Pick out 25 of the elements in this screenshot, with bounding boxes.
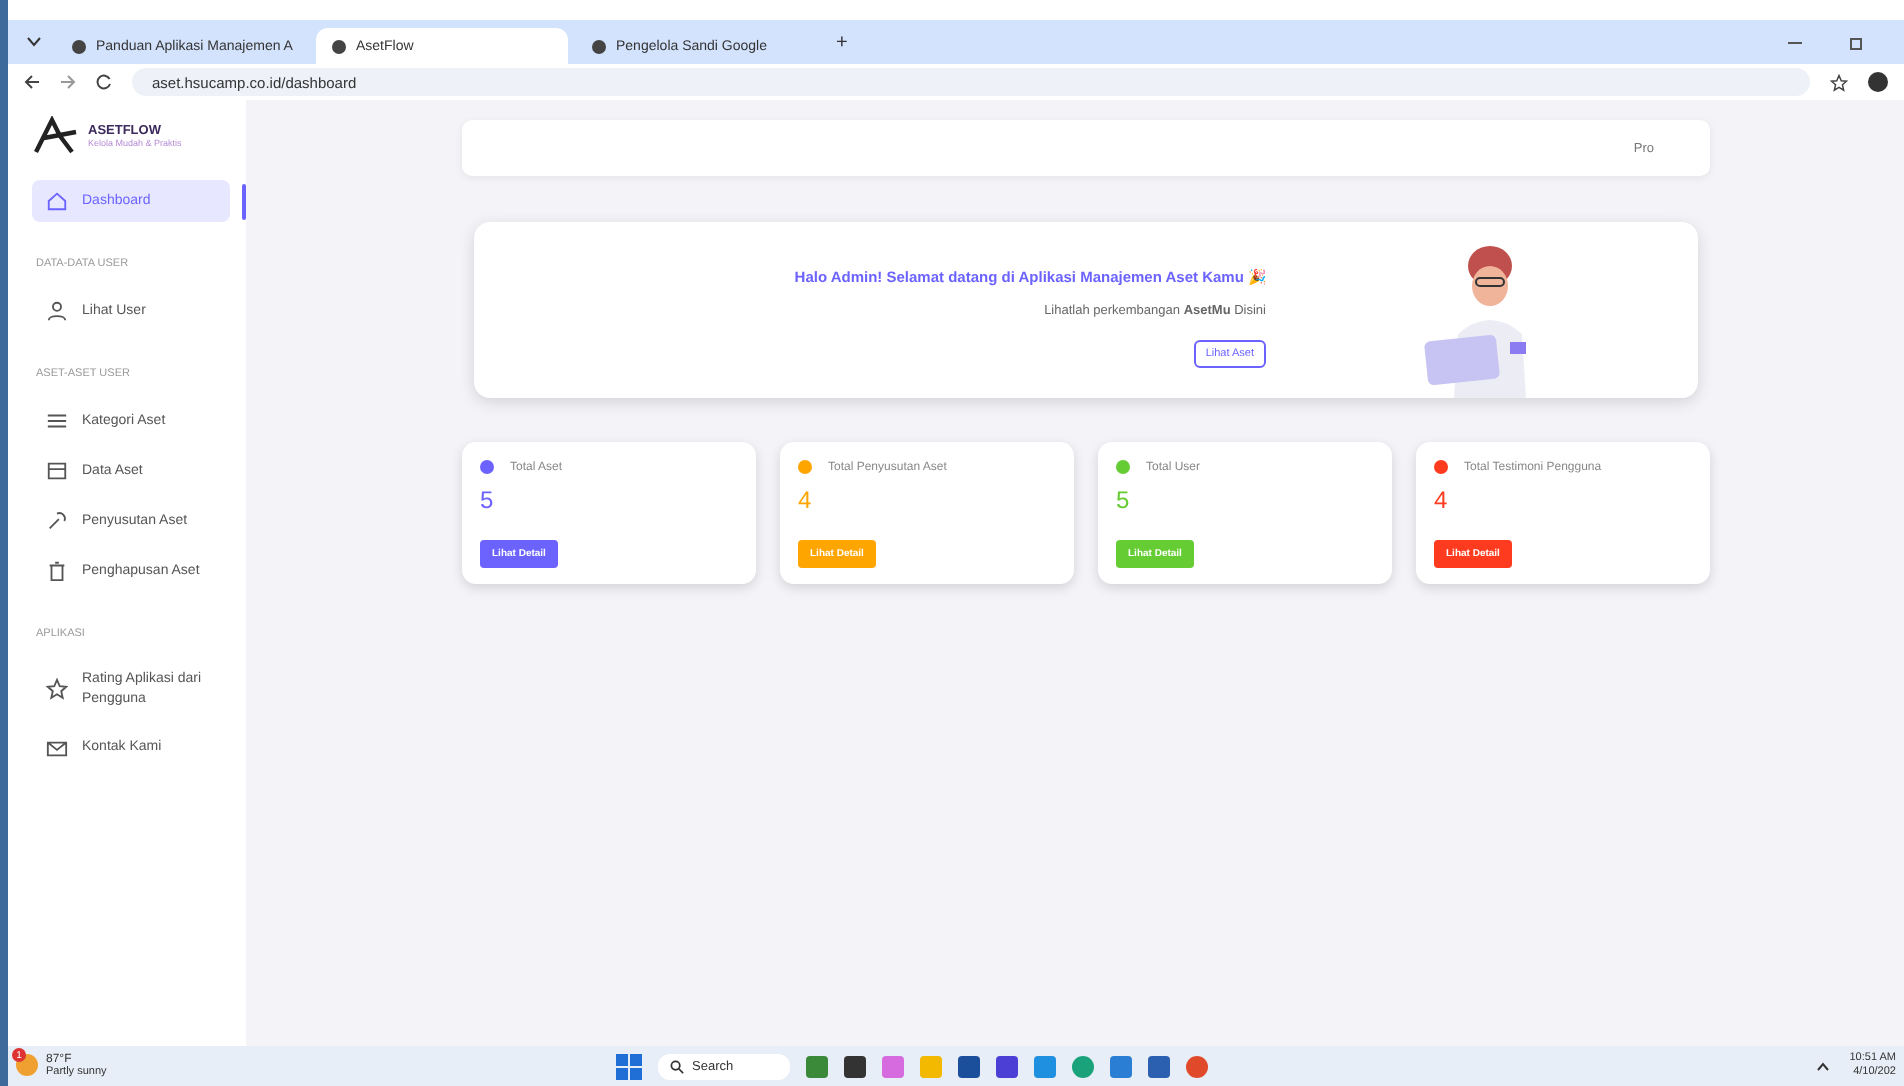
reload-icon[interactable] xyxy=(96,74,112,90)
trash-icon xyxy=(46,560,68,582)
mail-icon xyxy=(46,737,68,760)
forward-icon[interactable] xyxy=(60,74,76,90)
logo-icon xyxy=(32,116,80,156)
app-icon[interactable] xyxy=(844,1055,866,1077)
home-icon xyxy=(46,190,68,212)
stat-value: 4 xyxy=(798,486,814,514)
list-icon xyxy=(46,410,68,432)
search-icon xyxy=(670,1059,684,1073)
profile-avatar-icon[interactable] xyxy=(1868,72,1888,92)
stat-value: 5 xyxy=(480,486,496,514)
app-icon[interactable] xyxy=(996,1055,1018,1077)
user-icon xyxy=(46,300,68,322)
back-icon[interactable] xyxy=(24,74,40,90)
stat-value: 4 xyxy=(1434,486,1450,514)
start-icon[interactable] xyxy=(616,1053,642,1079)
active-indicator xyxy=(242,183,246,219)
app-icon[interactable] xyxy=(958,1055,980,1077)
chevron-up-icon[interactable] xyxy=(1815,1061,1830,1071)
new-tab-button[interactable]: + xyxy=(836,31,848,53)
bookmark-star-icon[interactable] xyxy=(1830,73,1848,91)
stat-value: 5 xyxy=(1116,486,1132,514)
restore-icon[interactable] xyxy=(1850,35,1864,49)
star-icon xyxy=(46,678,68,701)
